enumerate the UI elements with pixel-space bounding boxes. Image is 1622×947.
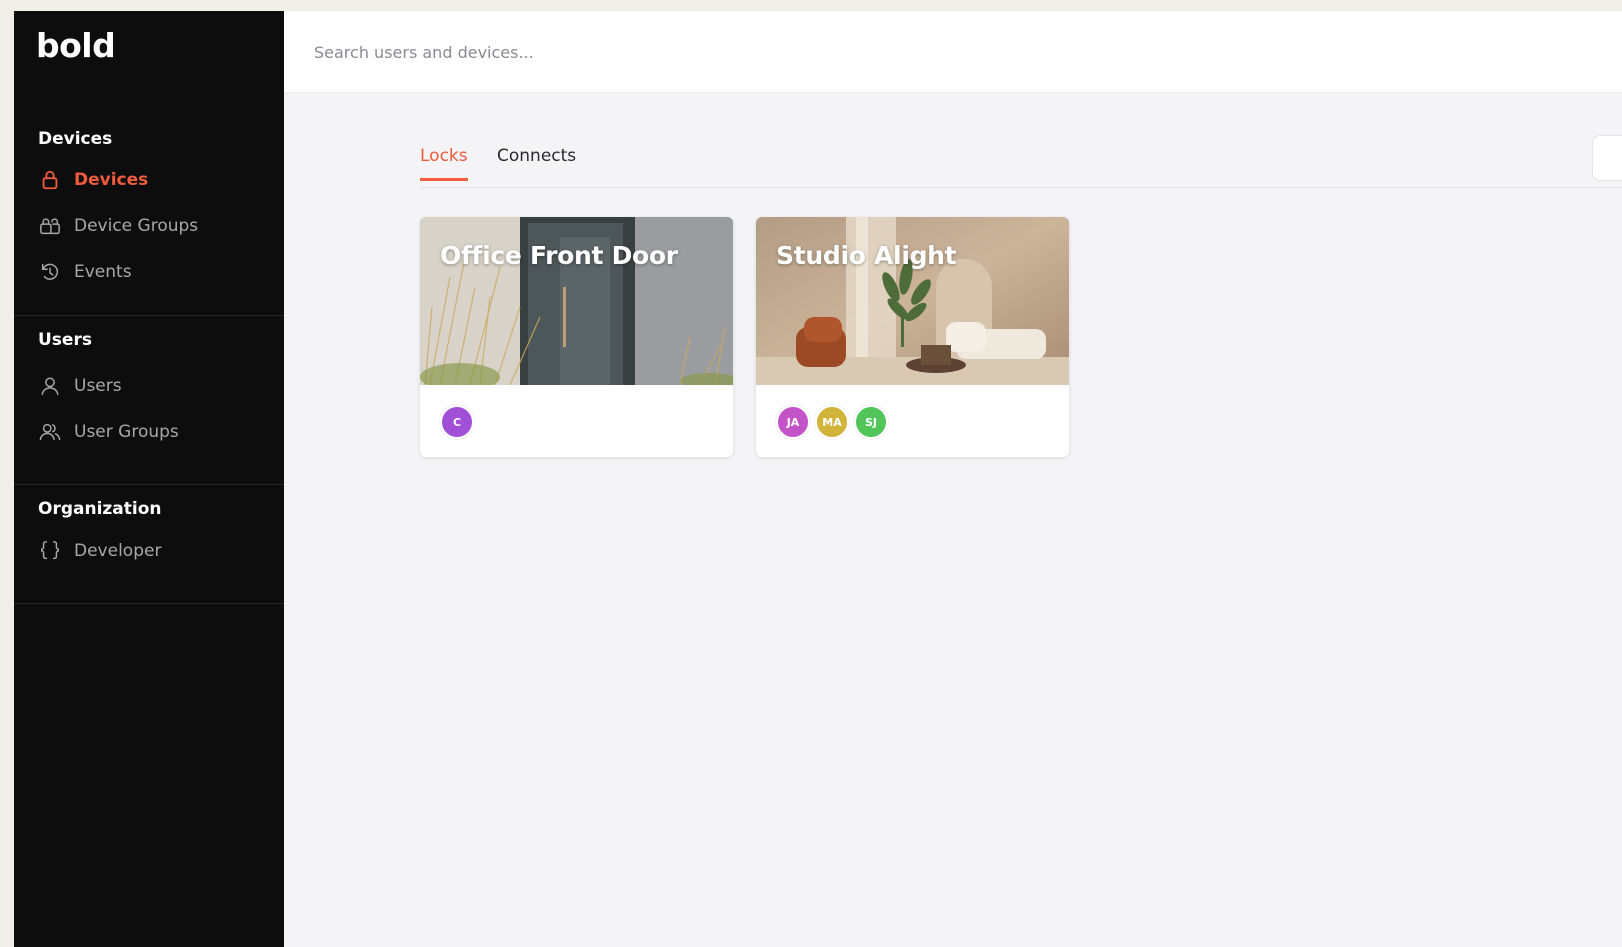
section-title-organization: Organization: [38, 499, 162, 519]
device-type-tabs: Locks Connects: [420, 144, 1622, 188]
sidebar-item-label: Developer: [74, 541, 162, 561]
avatar[interactable]: C: [440, 405, 474, 439]
avatar[interactable]: JA: [776, 405, 810, 439]
device-card-title: Studio Alight: [776, 241, 957, 270]
sidebar-item-label: Device Groups: [74, 216, 199, 236]
sidebar-item-label: User Groups: [74, 422, 179, 442]
nav-section-devices: Devices Devices Device Groups Events: [14, 114, 284, 316]
sidebar-item-label: Devices: [74, 170, 149, 190]
user-icon: [38, 374, 62, 398]
device-groups-icon: [38, 214, 62, 238]
sidebar-item-users[interactable]: Users: [38, 373, 122, 399]
sidebar-item-label: Users: [74, 376, 122, 396]
sidebar-item-device-groups[interactable]: Device Groups: [38, 213, 198, 239]
avatar-group: JA MA SJ: [776, 405, 888, 439]
history-icon: [38, 260, 62, 284]
lock-icon: [38, 168, 62, 192]
nav-section-users: Users Users User Groups: [14, 316, 284, 485]
user-group-icon: [38, 420, 62, 444]
sidebar-item-developer[interactable]: Developer: [38, 538, 161, 564]
section-title-users: Users: [38, 330, 92, 350]
sidebar-item-label: Events: [74, 262, 132, 282]
braces-icon: [38, 539, 62, 563]
main-content: Locks Connects: [284, 11, 1622, 947]
sidebar-item-events[interactable]: Events: [38, 259, 132, 285]
device-card-studio-alight[interactable]: Studio Alight JA MA SJ: [756, 217, 1069, 457]
sidebar-item-devices[interactable]: Devices: [38, 167, 148, 193]
tab-locks[interactable]: Locks: [420, 146, 468, 181]
avatar[interactable]: SJ: [854, 405, 888, 439]
device-card-title: Office Front Door: [440, 241, 678, 270]
avatar-group: C: [440, 405, 474, 439]
search-input[interactable]: [314, 35, 1014, 69]
nav-section-organization: Organization Developer: [14, 485, 284, 604]
section-title-devices: Devices: [38, 129, 113, 149]
sidebar: bold Devices Devices Device Groups Event…: [14, 11, 284, 947]
app-window: bold Devices Devices Device Groups Event…: [14, 11, 1622, 947]
sidebar-item-user-groups[interactable]: User Groups: [38, 419, 179, 445]
top-bar: [284, 11, 1622, 93]
header-action-button[interactable]: [1592, 135, 1622, 181]
tab-connects[interactable]: Connects: [497, 146, 576, 178]
device-card-office-front-door[interactable]: Office Front Door C: [420, 217, 733, 457]
avatar[interactable]: MA: [815, 405, 849, 439]
bold-logo[interactable]: bold: [36, 29, 116, 62]
